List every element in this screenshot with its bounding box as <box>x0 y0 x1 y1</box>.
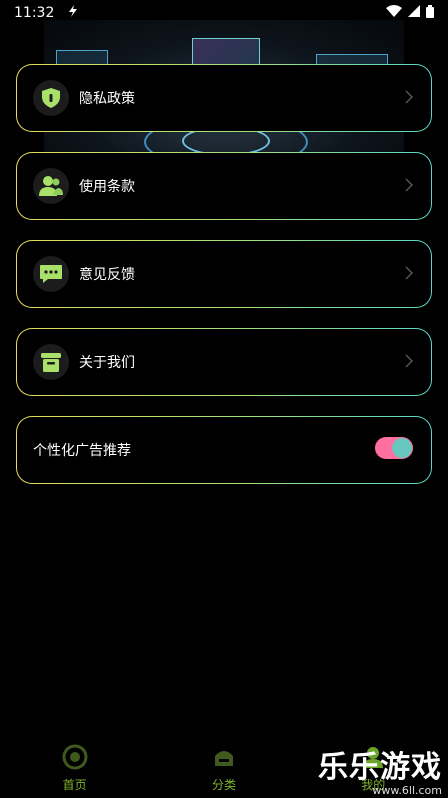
watermark: 乐乐游戏 www.6ll.com <box>318 750 442 798</box>
chat-icon <box>33 256 69 292</box>
gamepad-icon <box>211 744 237 774</box>
home-icon <box>62 744 88 774</box>
watermark-title: 乐乐游戏 <box>318 750 442 785</box>
tab-label: 分类 <box>211 778 236 792</box>
chevron-right-icon <box>405 353 414 372</box>
flash-icon <box>68 5 78 21</box>
settings-menu: 隐私政策 使用条款 意见反馈 关于我们 个性化广告推荐 <box>16 64 432 504</box>
chevron-right-icon <box>405 177 414 196</box>
status-time: 11:32 <box>14 5 55 21</box>
menu-item-terms-of-use[interactable]: 使用条款 <box>16 152 432 220</box>
status-right <box>386 4 434 22</box>
menu-item-label: 意见反馈 <box>79 267 135 283</box>
menu-item-privacy-policy[interactable]: 隐私政策 <box>16 64 432 132</box>
signal-icon <box>408 5 420 21</box>
menu-item-label: 关于我们 <box>79 355 135 371</box>
watermark-url: www.6ll.com <box>372 784 442 797</box>
menu-item-feedback[interactable]: 意见反馈 <box>16 240 432 308</box>
personalized-ads-toggle[interactable] <box>375 437 413 459</box>
chevron-right-icon <box>405 265 414 284</box>
menu-item-label: 隐私政策 <box>79 91 135 107</box>
status-bar: 11:32 <box>0 0 448 26</box>
tab-label: 首页 <box>62 778 87 792</box>
wifi-icon <box>386 5 402 21</box>
status-left: 11:32 <box>14 5 78 21</box>
tab-category[interactable]: 分类 <box>164 744 284 798</box>
menu-item-about-us[interactable]: 关于我们 <box>16 328 432 396</box>
menu-item-personalized-ads: 个性化广告推荐 <box>16 416 432 484</box>
chevron-right-icon <box>405 89 414 108</box>
tab-home[interactable]: 首页 <box>15 744 135 798</box>
shield-icon <box>33 80 69 116</box>
users-icon <box>33 168 69 204</box>
info-box-icon <box>33 344 69 380</box>
battery-icon <box>426 4 434 22</box>
personalized-ads-label: 个性化广告推荐 <box>33 443 131 459</box>
menu-item-label: 使用条款 <box>79 179 135 195</box>
toggle-knob <box>392 438 412 458</box>
